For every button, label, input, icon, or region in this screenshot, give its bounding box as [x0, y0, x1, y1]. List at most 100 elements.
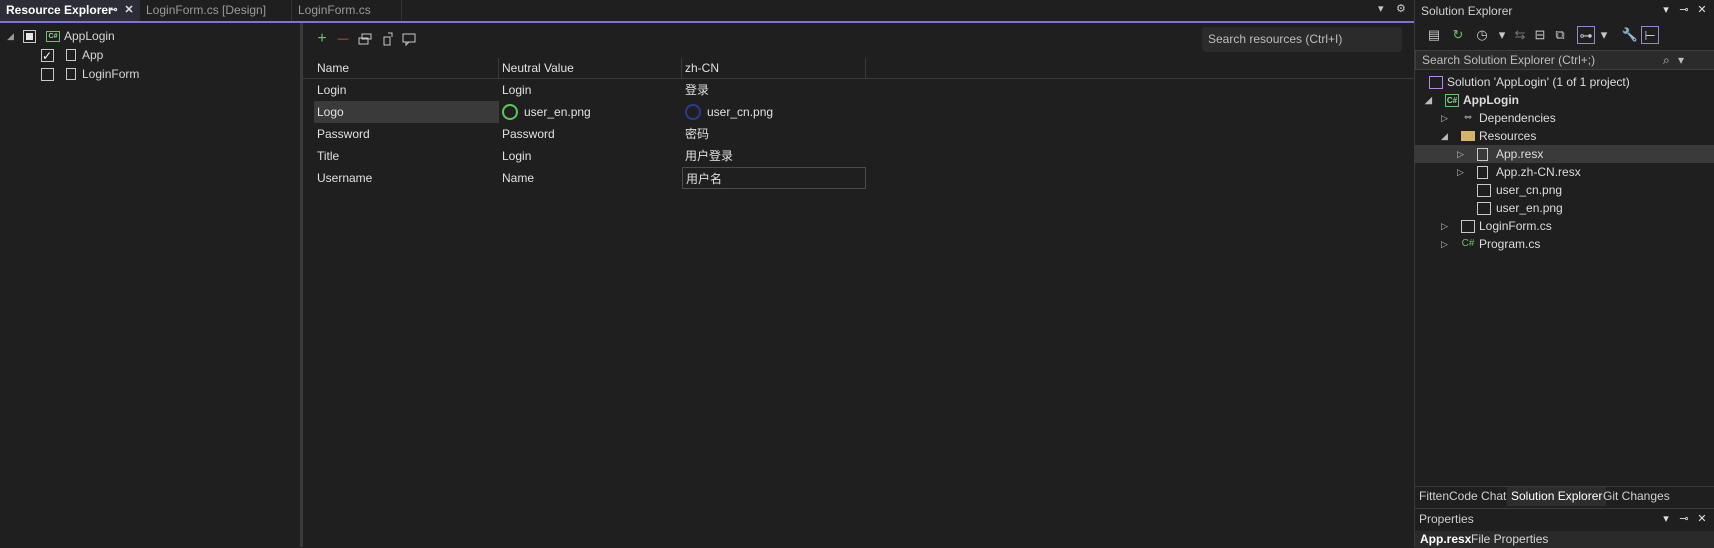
table-row[interactable]: Username Name 用户名: [303, 167, 1414, 189]
properties-panel: Properties ▾ ⊸ ✕ App.resx File Propertie…: [1415, 508, 1714, 548]
cell-zh-cn[interactable]: 登录: [682, 79, 866, 101]
cell-zh-cn-editing[interactable]: 用户名: [682, 167, 866, 189]
filter-icon[interactable]: ⊶: [1577, 26, 1595, 44]
sync-icon[interactable]: ⇆: [1511, 26, 1529, 44]
tab-fittencode-chat[interactable]: FittenCode Chat: [1415, 487, 1510, 506]
app-checkbox[interactable]: [41, 47, 54, 65]
history-icon[interactable]: ◷: [1473, 26, 1491, 44]
tree-item-program-cs[interactable]: ▷ C# Program.cs: [1415, 235, 1714, 253]
solution-icon: [1429, 76, 1443, 89]
cell-zh-cn[interactable]: 用户登录: [682, 145, 866, 167]
pin-icon[interactable]: ⊸: [1677, 3, 1691, 17]
collapsed-chevron-icon[interactable]: ▷: [1441, 217, 1448, 235]
cell-neutral-image[interactable]: user_en.png: [499, 101, 682, 123]
comment-icon[interactable]: [401, 31, 417, 47]
solution-label: Solution 'AppLogin' (1 of 1 project): [1447, 75, 1630, 89]
cell-name[interactable]: Username: [314, 167, 499, 189]
expanded-chevron-icon[interactable]: ◢: [7, 27, 14, 45]
tree-item-label: LoginForm: [82, 67, 140, 81]
remove-resource-icon[interactable]: —: [335, 31, 351, 47]
tab-list-dropdown-icon[interactable]: ▾: [1378, 2, 1384, 15]
close-icon[interactable]: ✕: [122, 3, 136, 17]
add-resource-icon[interactable]: +: [314, 31, 330, 47]
item-label: Resources: [1479, 129, 1537, 143]
resource-file-icon: [66, 68, 76, 80]
collapse-all-icon[interactable]: ⊟: [1531, 26, 1549, 44]
tab-label: Resource Explorer: [6, 3, 113, 17]
tab-solution-explorer[interactable]: Solution Explorer: [1507, 487, 1607, 506]
table-row[interactable]: Password Password 密码: [303, 123, 1414, 145]
cell-neutral[interactable]: Name: [499, 167, 682, 189]
close-icon[interactable]: ✕: [1695, 3, 1709, 17]
root-checkbox[interactable]: [23, 30, 36, 43]
item-label: App.resx: [1496, 147, 1544, 161]
project-label: AppLogin: [1463, 93, 1519, 107]
tree-item-loginform-cs[interactable]: ▷ LoginForm.cs: [1415, 217, 1714, 235]
cell-zh-cn[interactable]: 密码: [682, 123, 866, 145]
cell-neutral[interactable]: Login: [499, 145, 682, 167]
pin-icon[interactable]: ⊸: [1677, 512, 1691, 526]
dropdown-icon[interactable]: ▾: [1595, 26, 1613, 44]
resource-grid-pane: + — Search resources (Ctrl+I) Name Neutr…: [303, 23, 1414, 547]
wrench-icon[interactable]: 🔧: [1621, 26, 1639, 44]
collapsed-chevron-icon[interactable]: ▷: [1441, 109, 1448, 127]
search-resources-input[interactable]: Search resources (Ctrl+I): [1202, 27, 1402, 52]
column-header-name[interactable]: Name: [314, 58, 499, 78]
item-label: LoginForm.cs: [1479, 219, 1552, 233]
user-avatar-icon: [685, 103, 701, 120]
image-file-icon: [1477, 184, 1491, 197]
solution-search-input[interactable]: Search Solution Explorer (Ctrl+;) ⌕ ▾: [1415, 50, 1714, 70]
loginform-checkbox[interactable]: [41, 68, 54, 81]
export-icon[interactable]: [380, 31, 396, 47]
tab-git-changes[interactable]: Git Changes: [1599, 487, 1674, 506]
cell-neutral[interactable]: Password: [499, 123, 682, 145]
collapsed-chevron-icon[interactable]: ▷: [1457, 145, 1464, 163]
image-file-icon: [1477, 202, 1491, 215]
tree-root-label: AppLogin: [64, 29, 115, 43]
tab-loginform-cs[interactable]: LoginForm.cs: [292, 0, 402, 21]
dropdown-icon[interactable]: ▾: [1659, 3, 1673, 17]
pin-icon[interactable]: ⊸: [106, 3, 120, 17]
tree-item-resources[interactable]: ◢ Resources: [1415, 127, 1714, 145]
preview-icon[interactable]: ⊢: [1641, 26, 1659, 44]
copy-icon[interactable]: [357, 31, 373, 47]
expanded-chevron-icon[interactable]: ◢: [1425, 91, 1432, 109]
csharp-file-icon: C#: [1461, 238, 1475, 249]
collapsed-chevron-icon[interactable]: ▷: [1457, 163, 1464, 181]
cell-name[interactable]: Password: [314, 123, 499, 145]
gear-icon[interactable]: ⚙: [1396, 2, 1406, 15]
dropdown-icon[interactable]: ▾: [1678, 51, 1684, 69]
show-all-files-icon[interactable]: ⧉: [1551, 26, 1569, 44]
tree-item-dependencies[interactable]: ▷ ⚯ Dependencies: [1415, 109, 1714, 127]
close-icon[interactable]: ✕: [1695, 512, 1709, 526]
collapsed-chevron-icon[interactable]: ▷: [1441, 235, 1448, 253]
resx-file-icon: [1477, 148, 1488, 161]
cell-name[interactable]: Title: [314, 145, 499, 167]
dropdown-icon[interactable]: ▾: [1659, 512, 1673, 526]
cell-name[interactable]: Logo: [314, 101, 499, 123]
csharp-project-icon: C#: [1445, 94, 1459, 107]
table-row[interactable]: Login Login 登录: [303, 79, 1414, 101]
column-header-zh-cn[interactable]: zh-CN: [682, 58, 866, 78]
tab-loginform-design[interactable]: LoginForm.cs [Design]: [140, 0, 292, 21]
search-icon: ⌕: [1663, 53, 1670, 67]
pending-changes-icon[interactable]: ↻: [1449, 26, 1467, 44]
project-node[interactable]: ◢ C# AppLogin: [1415, 91, 1714, 109]
dependencies-icon: ⚯: [1464, 113, 1472, 122]
tab-resource-explorer[interactable]: Resource Explorer ⊸ ✕: [0, 0, 140, 21]
column-header-neutral[interactable]: Neutral Value: [499, 58, 682, 78]
switch-views-icon[interactable]: ▤: [1425, 26, 1443, 44]
cell-neutral[interactable]: Login: [499, 79, 682, 101]
table-row[interactable]: Logo user_en.png user_cn.png: [303, 101, 1414, 123]
table-row[interactable]: Title Login 用户登录: [303, 145, 1414, 167]
tree-item-user-en-png[interactable]: user_en.png: [1415, 199, 1714, 217]
cell-name[interactable]: Login: [314, 79, 499, 101]
tree-item-app-zh-cn-resx[interactable]: ▷ App.zh-CN.resx: [1415, 163, 1714, 181]
cell-zh-cn-image[interactable]: user_cn.png: [682, 101, 866, 123]
dropdown-icon[interactable]: ▾: [1493, 26, 1511, 44]
tree-item-app-resx[interactable]: ▷ App.resx: [1415, 145, 1714, 163]
solution-node[interactable]: Solution 'AppLogin' (1 of 1 project): [1415, 73, 1714, 91]
tree-item-user-cn-png[interactable]: user_cn.png: [1415, 181, 1714, 199]
expanded-chevron-icon[interactable]: ◢: [1441, 127, 1448, 145]
properties-object-selector[interactable]: App.resx File Properties: [1415, 531, 1714, 548]
